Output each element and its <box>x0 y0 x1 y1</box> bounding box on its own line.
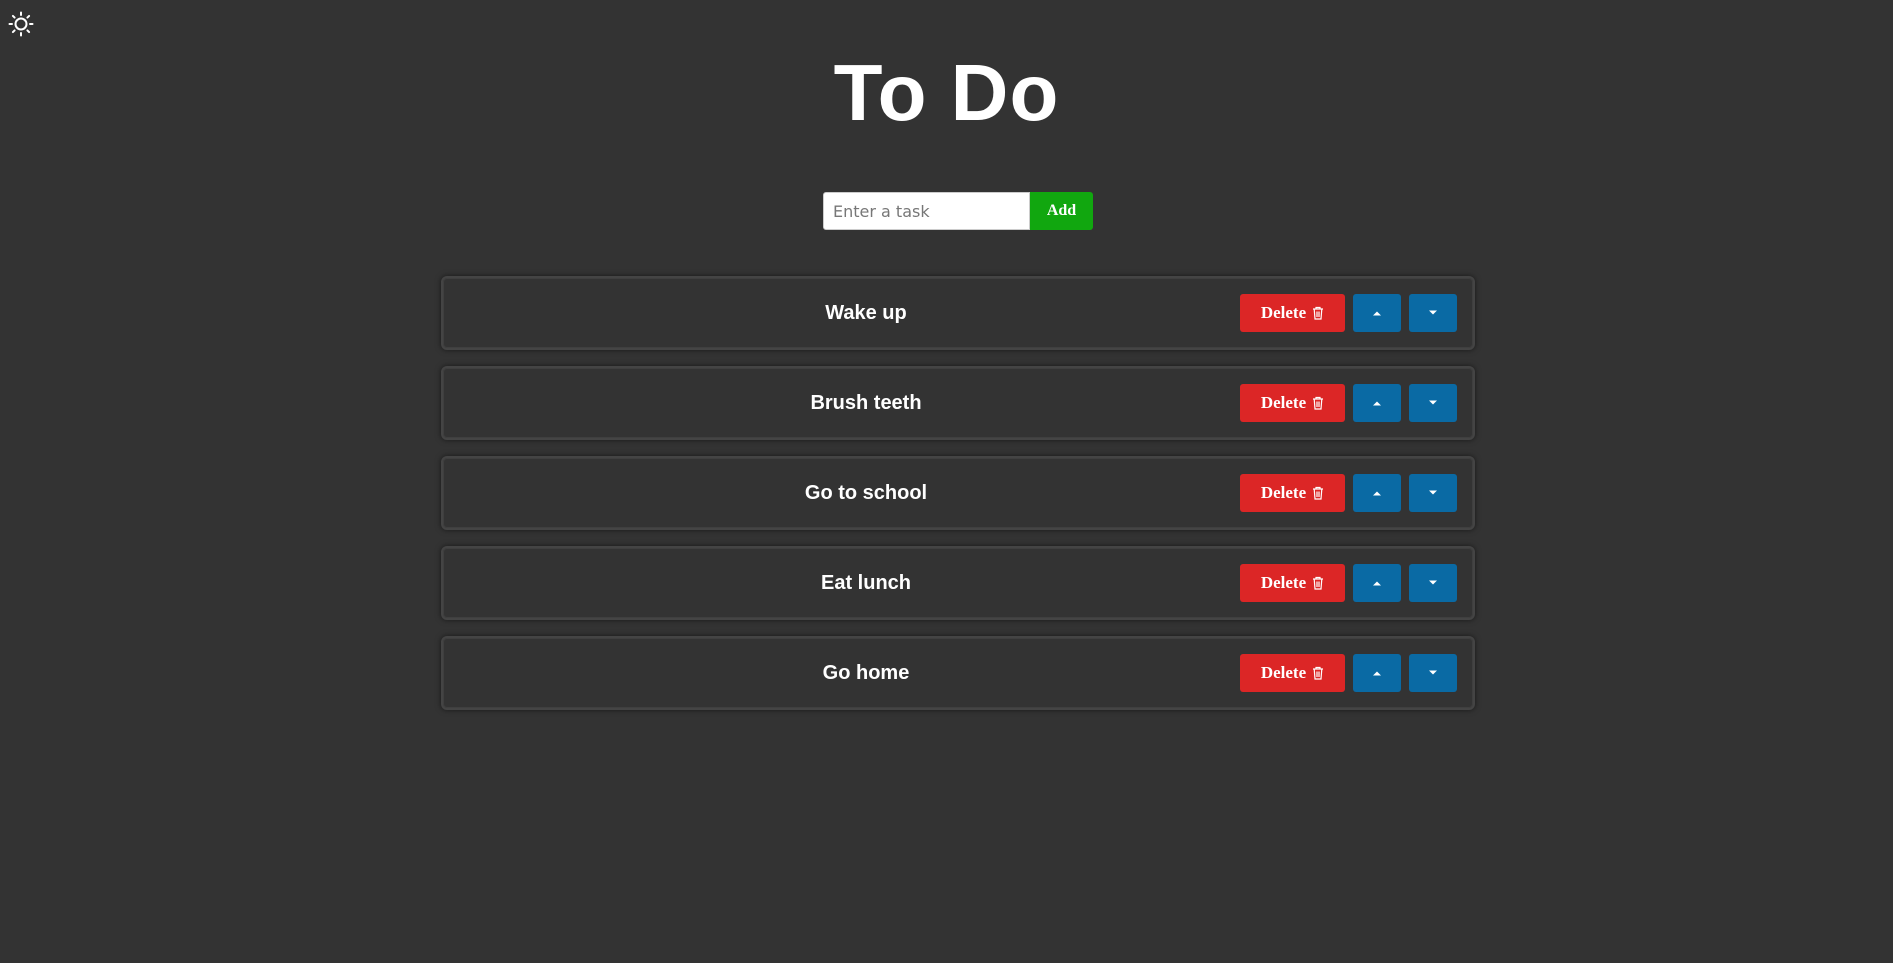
caret-down-icon <box>1428 580 1438 586</box>
task-actions: Delete <box>1240 474 1457 512</box>
task-text: Wake up <box>825 302 907 324</box>
task-item: Go home Delete <box>441 636 1475 710</box>
move-down-button[interactable] <box>1409 384 1457 422</box>
task-item: Eat lunch Delete <box>441 546 1475 620</box>
sun-icon <box>7 10 35 38</box>
task-actions: Delete <box>1240 654 1457 692</box>
delete-label: Delete <box>1260 303 1307 322</box>
move-up-button[interactable] <box>1353 384 1401 422</box>
delete-label: Delete <box>1260 663 1307 682</box>
delete-label: Delete <box>1260 483 1307 502</box>
task-text: Go to school <box>804 482 928 504</box>
task-item: Wake up Delete <box>441 276 1475 350</box>
caret-down-icon <box>1428 400 1438 406</box>
theme-toggle-button[interactable] <box>6 9 36 39</box>
todo-page: To Do Add Wake up Delete <box>0 0 1893 963</box>
caret-down-icon <box>1428 310 1438 316</box>
caret-up-icon <box>1372 670 1382 676</box>
page-title: To Do <box>833 48 1060 137</box>
task-text: Brush teeth <box>810 392 922 414</box>
task-item: Go to school Delete <box>441 456 1475 530</box>
task-actions: Delete <box>1240 564 1457 602</box>
move-up-button[interactable] <box>1353 294 1401 332</box>
move-down-button[interactable] <box>1409 474 1457 512</box>
move-up-button[interactable] <box>1353 654 1401 692</box>
caret-up-icon <box>1372 580 1382 586</box>
add-task-form: Add <box>823 192 1093 230</box>
move-down-button[interactable] <box>1409 654 1457 692</box>
caret-up-icon <box>1372 400 1382 406</box>
delete-button[interactable]: Delete <box>1240 474 1345 512</box>
delete-label: Delete <box>1260 393 1307 412</box>
caret-up-icon <box>1372 310 1382 316</box>
task-text: Go home <box>822 662 910 684</box>
task-list: Wake up Delete Brush teeth Delete Go to … <box>441 276 1475 726</box>
caret-down-icon <box>1428 490 1438 496</box>
move-down-button[interactable] <box>1409 294 1457 332</box>
trash-icon <box>1312 306 1324 320</box>
delete-label: Delete <box>1260 573 1307 592</box>
move-down-button[interactable] <box>1409 564 1457 602</box>
delete-button[interactable]: Delete <box>1240 294 1345 332</box>
task-text: Eat lunch <box>820 572 911 594</box>
trash-icon <box>1312 576 1324 590</box>
trash-icon <box>1312 486 1324 500</box>
delete-button[interactable]: Delete <box>1240 654 1345 692</box>
caret-down-icon <box>1428 670 1438 676</box>
task-input[interactable] <box>823 192 1030 230</box>
task-actions: Delete <box>1240 294 1457 332</box>
add-button[interactable]: Add <box>1030 192 1093 230</box>
delete-button[interactable]: Delete <box>1240 384 1345 422</box>
move-up-button[interactable] <box>1353 474 1401 512</box>
task-item: Brush teeth Delete <box>441 366 1475 440</box>
delete-button[interactable]: Delete <box>1240 564 1345 602</box>
trash-icon <box>1312 666 1324 680</box>
move-up-button[interactable] <box>1353 564 1401 602</box>
trash-icon <box>1312 396 1324 410</box>
caret-up-icon <box>1372 490 1382 496</box>
task-actions: Delete <box>1240 384 1457 422</box>
